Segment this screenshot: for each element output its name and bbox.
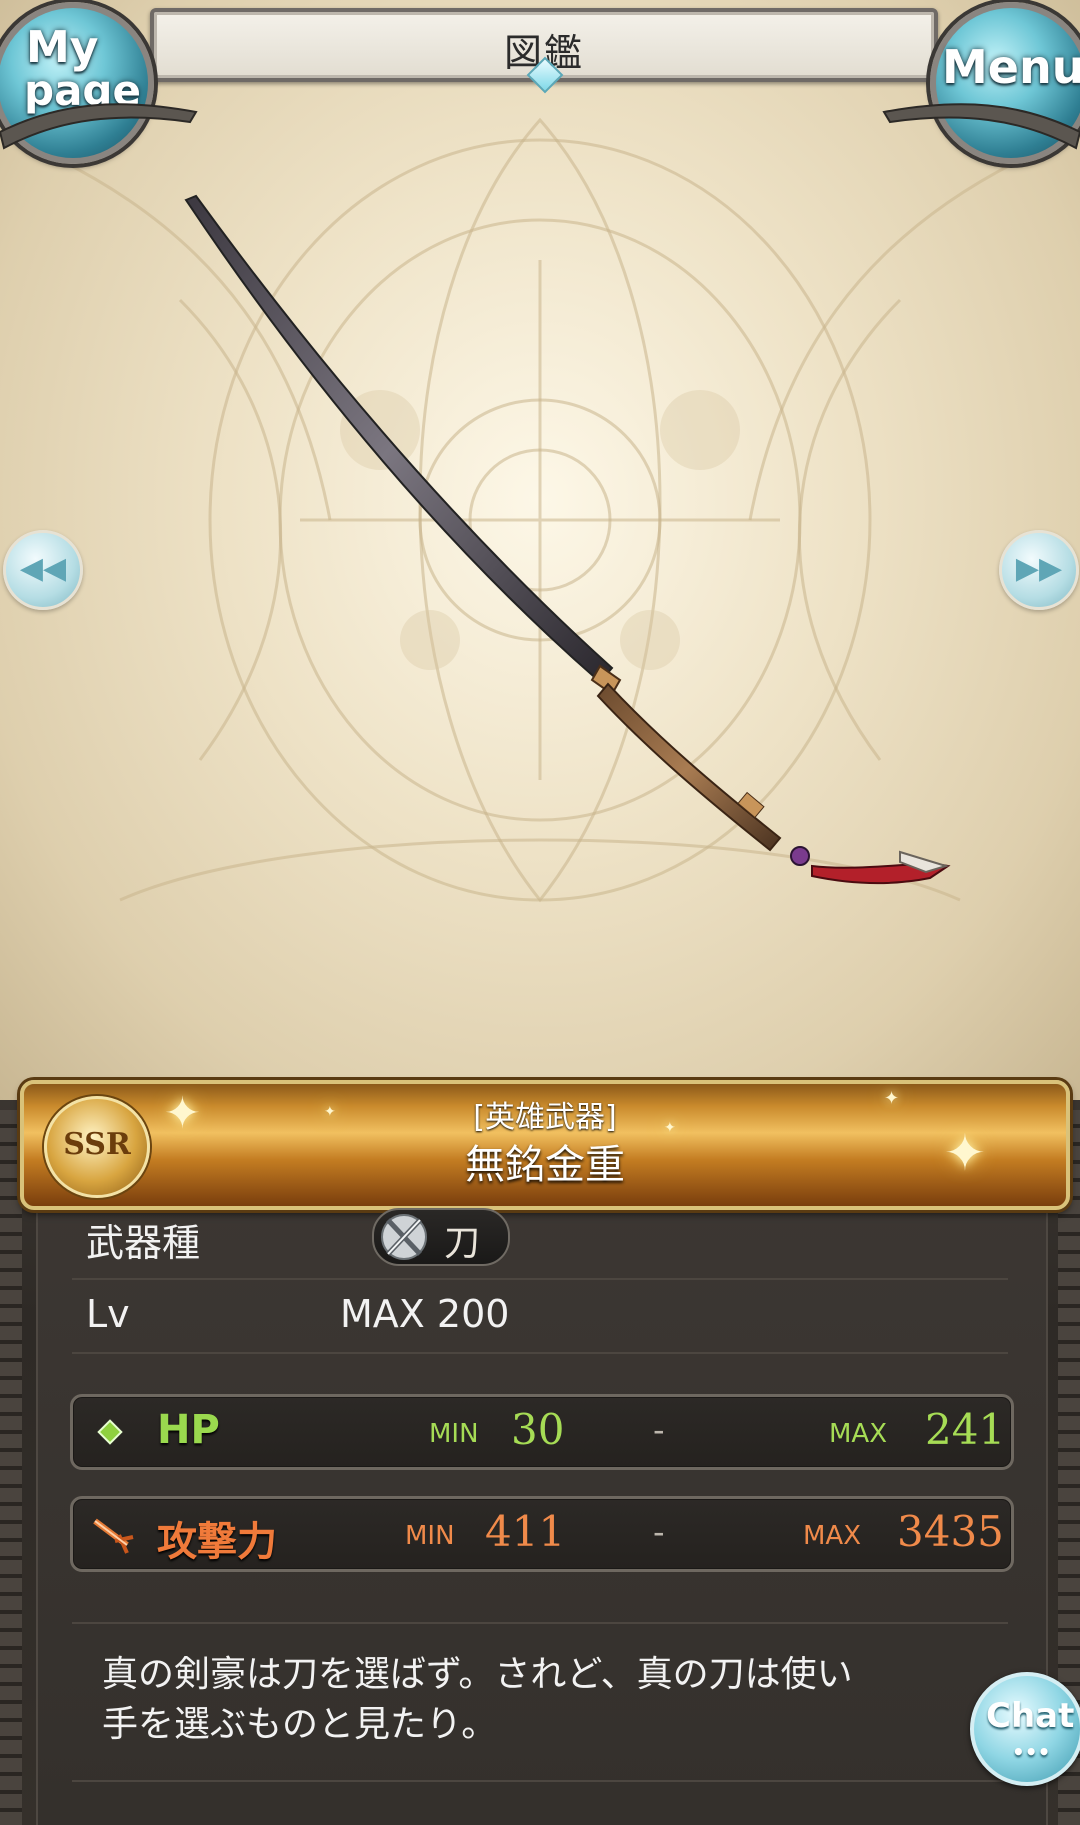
- katana-type-icon: [381, 1214, 427, 1260]
- hp-min-tag: MIN: [429, 1419, 479, 1449]
- attack-stat-box: 攻撃力 MIN 411 - MAX 3435: [70, 1496, 1014, 1572]
- flavor-line-1: 真の剣豪は刀を選ばず。されど、真の刀は使い: [102, 1654, 853, 1695]
- attack-range-dash: -: [653, 1513, 665, 1551]
- attack-min-tag: MIN: [405, 1521, 455, 1551]
- previous-weapon-button[interactable]: ◀◀: [3, 530, 83, 610]
- panel-frame-left: [0, 1110, 22, 1825]
- hp-min-value: 30: [511, 1405, 565, 1454]
- flavor-line-2: 手を選ぶものと見たり。: [102, 1704, 498, 1745]
- hp-diamond-icon: [97, 1419, 123, 1445]
- attack-max-tag: MAX: [803, 1521, 862, 1551]
- weapon-type-badge: 刀: [372, 1208, 510, 1266]
- weapon-category: [英雄武器]: [473, 1100, 617, 1135]
- left-arrow-icon: ◀◀: [19, 551, 67, 586]
- right-horn-ornament: [882, 103, 1080, 150]
- attack-max-value: 3435: [897, 1507, 1004, 1556]
- weapon-flavor-text: 真の剣豪は刀を選ばず。されど、真の刀は使い 手を選ぶものと見たり。: [102, 1650, 942, 1750]
- left-horn-ornament: [0, 103, 198, 150]
- next-weapon-button[interactable]: ▶▶: [999, 530, 1079, 610]
- weapon-artwork-area: [0, 0, 1080, 1110]
- chat-button[interactable]: Chat •••: [970, 1672, 1080, 1786]
- row-divider: [72, 1352, 1008, 1354]
- attack-min-value: 411: [485, 1507, 566, 1556]
- menu-label: Menu: [942, 40, 1080, 94]
- hp-max-tag: MAX: [829, 1419, 888, 1449]
- weapon-name-banner: SSR ✦ ✦ ✦ ✦ ✦ [英雄武器] 無銘金重: [20, 1080, 1070, 1210]
- row-divider: [72, 1780, 1008, 1782]
- attack-label: 攻撃力: [157, 1519, 277, 1565]
- attack-sword-icon: [93, 1518, 134, 1554]
- weapon-type-label: 武器種: [86, 1221, 201, 1265]
- level-label: Lv: [86, 1292, 130, 1336]
- hp-stat-box: HP MIN 30 - MAX 241: [70, 1394, 1014, 1470]
- chat-label: Chat: [986, 1696, 1075, 1736]
- level-value: MAX 200: [340, 1292, 510, 1336]
- right-arrow-icon: ▶▶: [1015, 551, 1063, 586]
- row-divider: [72, 1278, 1008, 1280]
- row-divider: [72, 1622, 1008, 1624]
- hp-label: HP: [157, 1407, 220, 1453]
- chat-dots: •••: [1012, 1740, 1051, 1764]
- katana-illustration: [184, 194, 951, 885]
- hp-max-value: 241: [925, 1405, 1006, 1454]
- hp-range-dash: -: [653, 1411, 665, 1449]
- weapon-type-value: 刀: [444, 1223, 481, 1264]
- weapon-name: 無銘金重: [465, 1142, 625, 1188]
